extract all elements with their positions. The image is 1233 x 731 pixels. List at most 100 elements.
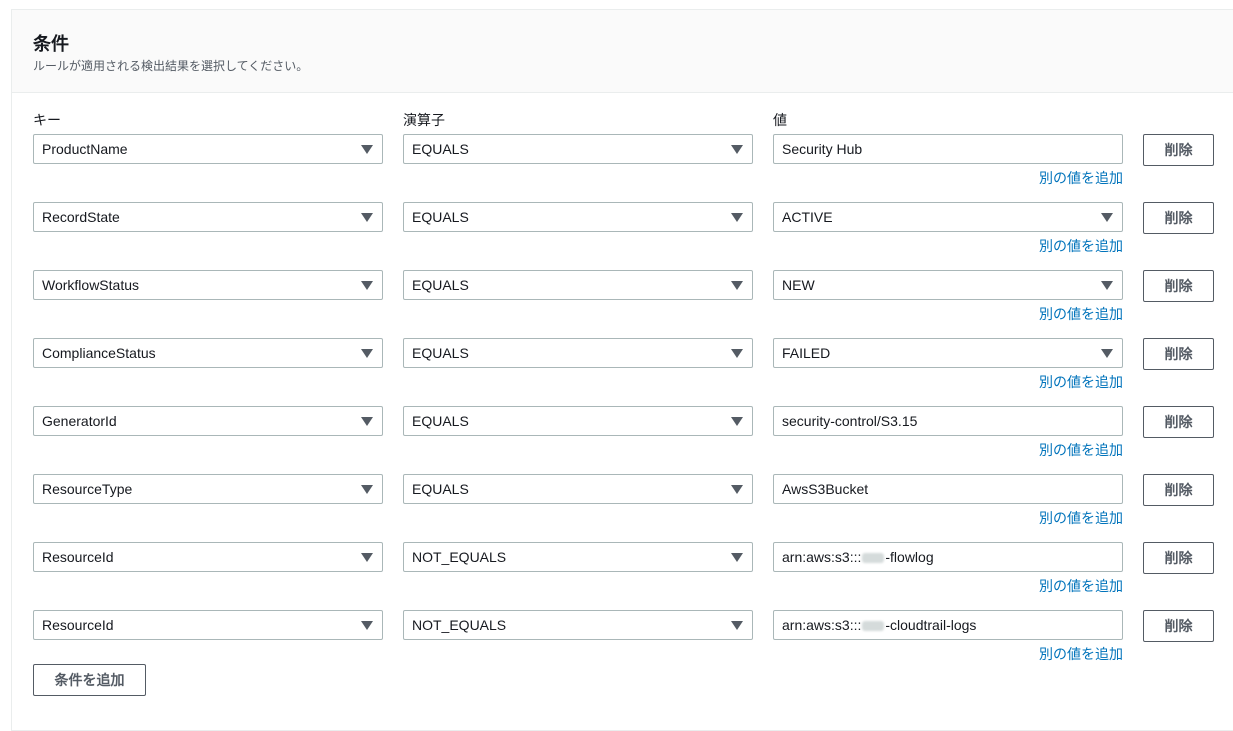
value-suffix: -flowlog — [885, 549, 934, 565]
delete-button[interactable]: 削除 — [1143, 270, 1214, 302]
key-select[interactable]: ResourceType — [33, 474, 383, 504]
caret-down-icon — [361, 621, 373, 630]
add-value-link[interactable]: 別の値を追加 — [1039, 372, 1123, 392]
operator-select-value: NOT_EQUALS — [412, 617, 507, 633]
add-value-link[interactable]: 別の値を追加 — [1039, 508, 1123, 528]
value-select[interactable]: FAILED — [773, 338, 1123, 368]
value-text: NEW — [782, 277, 815, 293]
caret-down-icon — [731, 281, 743, 290]
key-select-value: ComplianceStatus — [42, 345, 156, 361]
add-value-link[interactable]: 別の値を追加 — [1039, 304, 1123, 324]
key-select-value: WorkflowStatus — [42, 277, 139, 293]
condition-row: ResourceId NOT_EQUALS arn:aws:s3::: -cloudt… — [0, 610, 1233, 678]
key-select[interactable]: RecordState — [33, 202, 383, 232]
delete-button[interactable]: 削除 — [1143, 610, 1214, 642]
add-value-link[interactable]: 別の値を追加 — [1039, 236, 1123, 256]
key-select-value: ResourceId — [42, 617, 114, 633]
operator-select[interactable]: EQUALS — [403, 406, 753, 436]
key-select[interactable]: ComplianceStatus — [33, 338, 383, 368]
caret-down-icon — [731, 621, 743, 630]
value-prefix: arn:aws:s3::: — [782, 617, 862, 633]
add-condition-button[interactable]: 条件を追加 — [33, 664, 146, 696]
add-value-link[interactable]: 別の値を追加 — [1039, 168, 1123, 188]
condition-row: GeneratorId EQUALS security-control/S3.15 別… — [0, 406, 1233, 474]
delete-button[interactable]: 削除 — [1143, 134, 1214, 166]
key-select-value: RecordState — [42, 209, 120, 225]
condition-row: ProductName EQUALS Security Hub 別の値を追加 削除 — [0, 134, 1233, 202]
value-input[interactable]: Security Hub — [773, 134, 1123, 164]
caret-down-icon — [361, 553, 373, 562]
caret-down-icon — [731, 349, 743, 358]
operator-select[interactable]: NOT_EQUALS — [403, 610, 753, 640]
operator-select-value: EQUALS — [412, 345, 469, 361]
redacted-text — [862, 553, 885, 564]
key-select-value: ResourceId — [42, 549, 114, 565]
operator-select-value: EQUALS — [412, 141, 469, 157]
caret-down-icon — [361, 213, 373, 222]
value-input[interactable]: arn:aws:s3::: -cloudtrail-logs — [773, 610, 1123, 640]
operator-select[interactable]: EQUALS — [403, 134, 753, 164]
condition-row: RecordState EQUALS ACTIVE 別の値を追加 削除 — [0, 202, 1233, 270]
value-text: AwsS3Bucket — [782, 481, 869, 497]
condition-row: ResourceId NOT_EQUALS arn:aws:s3::: -flowlo… — [0, 542, 1233, 610]
operator-select[interactable]: EQUALS — [403, 202, 753, 232]
key-select-value: GeneratorId — [42, 413, 117, 429]
caret-down-icon — [361, 281, 373, 290]
add-value-link[interactable]: 別の値を追加 — [1039, 440, 1123, 460]
redacted-text — [862, 621, 885, 632]
operator-select-value: EQUALS — [412, 209, 469, 225]
delete-button[interactable]: 削除 — [1143, 474, 1214, 506]
operator-select-value: EQUALS — [412, 277, 469, 293]
condition-row: WorkflowStatus EQUALS NEW 別の値を追加 削除 — [0, 270, 1233, 338]
operator-select[interactable]: EQUALS — [403, 474, 753, 504]
operator-select[interactable]: EQUALS — [403, 338, 753, 368]
caret-down-icon — [731, 417, 743, 426]
caret-down-icon — [361, 417, 373, 426]
delete-button[interactable]: 削除 — [1143, 406, 1214, 438]
delete-button[interactable]: 削除 — [1143, 202, 1214, 234]
value-input[interactable]: arn:aws:s3::: -flowlog — [773, 542, 1123, 572]
section-description: ルールが適用される検出結果を選択してください。 — [33, 59, 309, 73]
key-select-value: ProductName — [42, 141, 128, 157]
add-value-link[interactable]: 別の値を追加 — [1039, 644, 1123, 664]
panel-header: 条件 ルールが適用される検出結果を選択してください。 — [12, 10, 1233, 93]
operator-select[interactable]: EQUALS — [403, 270, 753, 300]
operator-select-value: EQUALS — [412, 413, 469, 429]
column-label-value: 値 — [773, 112, 787, 128]
caret-down-icon — [731, 553, 743, 562]
caret-down-icon — [361, 485, 373, 494]
column-label-operator: 演算子 — [403, 112, 445, 128]
operator-select[interactable]: NOT_EQUALS — [403, 542, 753, 572]
value-select[interactable]: NEW — [773, 270, 1123, 300]
condition-row: ComplianceStatus EQUALS FAILED 別の値を追加 削除 — [0, 338, 1233, 406]
add-value-link[interactable]: 別の値を追加 — [1039, 576, 1123, 596]
key-select[interactable]: WorkflowStatus — [33, 270, 383, 300]
key-select[interactable]: ResourceId — [33, 542, 383, 572]
value-input[interactable]: AwsS3Bucket — [773, 474, 1123, 504]
value-prefix: arn:aws:s3::: — [782, 549, 862, 565]
key-select-value: ResourceType — [42, 481, 133, 497]
delete-button[interactable]: 削除 — [1143, 542, 1214, 574]
key-select[interactable]: ResourceId — [33, 610, 383, 640]
value-text: security-control/S3.15 — [782, 413, 918, 429]
condition-row: ResourceType EQUALS AwsS3Bucket 別の値を追加 削除 — [0, 474, 1233, 542]
caret-down-icon — [1101, 213, 1113, 222]
section-title: 条件 — [33, 34, 69, 54]
caret-down-icon — [1101, 349, 1113, 358]
key-select[interactable]: GeneratorId — [33, 406, 383, 436]
caret-down-icon — [731, 145, 743, 154]
caret-down-icon — [361, 145, 373, 154]
key-select[interactable]: ProductName — [33, 134, 383, 164]
value-text: Security Hub — [782, 141, 863, 157]
column-label-key: キー — [33, 112, 61, 128]
value-text: FAILED — [782, 345, 831, 361]
value-input[interactable]: security-control/S3.15 — [773, 406, 1123, 436]
value-select[interactable]: ACTIVE — [773, 202, 1123, 232]
operator-select-value: NOT_EQUALS — [412, 549, 507, 565]
caret-down-icon — [731, 485, 743, 494]
value-text: ACTIVE — [782, 209, 833, 225]
caret-down-icon — [1101, 281, 1113, 290]
caret-down-icon — [731, 213, 743, 222]
delete-button[interactable]: 削除 — [1143, 338, 1214, 370]
value-suffix: -cloudtrail-logs — [885, 617, 977, 633]
